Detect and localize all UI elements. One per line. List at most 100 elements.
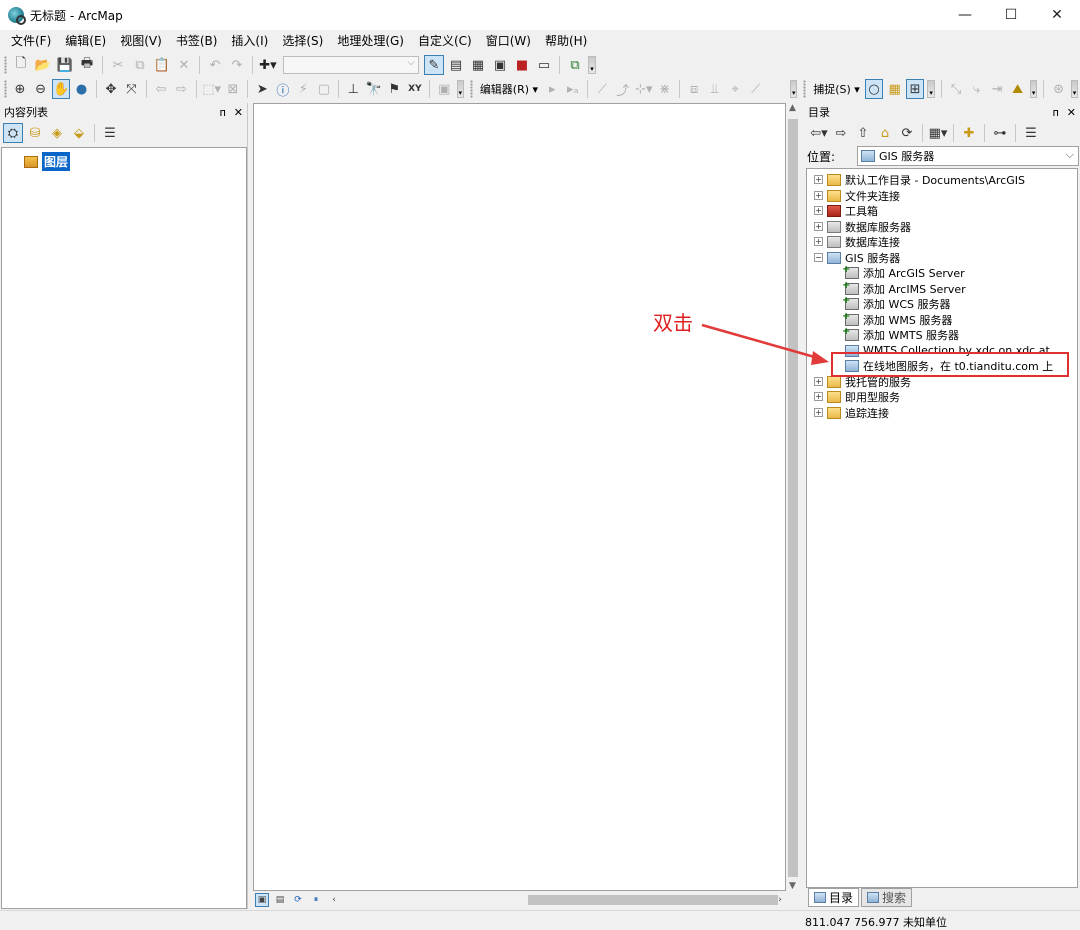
map-vertical-scrollbar[interactable]: ▲ ▼: [786, 103, 800, 891]
menu-help[interactable]: 帮助(H): [538, 30, 594, 52]
view-options-icon[interactable]: ▦▾: [928, 123, 948, 143]
full-extent-icon[interactable]: ●: [72, 79, 91, 99]
catalog-options-icon[interactable]: ☰: [1021, 123, 1041, 143]
print-icon[interactable]: 🖶: [77, 55, 97, 75]
edit-vertices-icon[interactable]: ⧈: [685, 79, 704, 99]
back-extent-icon[interactable]: ⇦: [152, 79, 171, 99]
georef-icon[interactable]: ⤡: [947, 79, 966, 99]
expand-icon[interactable]: +: [814, 408, 823, 417]
find-binoculars-icon[interactable]: 🔭: [365, 79, 384, 99]
home-icon[interactable]: ⌂: [875, 123, 895, 143]
connect-folder-icon[interactable]: ✚: [959, 123, 979, 143]
scroll-down-icon[interactable]: ▼: [789, 881, 796, 891]
close-icon[interactable]: ✕: [234, 106, 243, 119]
time-slider-icon[interactable]: ▣: [435, 79, 454, 99]
expand-icon[interactable]: +: [814, 392, 823, 401]
toolbar-overflow-icon[interactable]: ▾: [1070, 80, 1079, 98]
close-icon[interactable]: ✕: [1067, 106, 1076, 119]
toolbar-overflow-icon[interactable]: ▾: [789, 80, 798, 98]
fixed-zoom-out-icon[interactable]: ⤧: [122, 79, 141, 99]
arctoolbox-icon[interactable]: ■: [512, 55, 532, 75]
html-popup-icon[interactable]: ▢: [315, 79, 334, 99]
find-route-icon[interactable]: ⚑: [385, 79, 404, 99]
map-display[interactable]: [253, 103, 786, 891]
zoom-in-icon[interactable]: ⊕: [11, 79, 30, 99]
delete-icon[interactable]: ✕: [174, 55, 194, 75]
menu-geoprocessing[interactable]: 地理处理(G): [330, 30, 411, 52]
editor-toolbar-grip[interactable]: [470, 80, 473, 98]
menu-bookmarks[interactable]: 书签(B): [169, 30, 225, 52]
minimize-button[interactable]: —: [942, 0, 988, 30]
tree-item-gis-servers[interactable]: − GIS 服务器: [814, 250, 900, 265]
scroll-up-icon[interactable]: ▲: [789, 103, 796, 113]
modelbuilder-icon[interactable]: ⧉: [565, 55, 585, 75]
cut-icon[interactable]: ✂: [108, 55, 128, 75]
map-scale-combo[interactable]: [283, 56, 419, 74]
list-by-source-icon[interactable]: ⛁: [25, 123, 45, 143]
tree-item-add-arcgis-server[interactable]: 添加 ArcGIS Server: [842, 264, 965, 280]
edit-tool-icon[interactable]: ▸: [543, 79, 562, 99]
search-window-icon[interactable]: ▣: [490, 55, 510, 75]
tree-item-add-wcs-server[interactable]: 添加 WCS 服务器: [842, 295, 951, 311]
tree-item-default-home[interactable]: + 默认工作目录 - Documents\ArcGIS: [814, 172, 1025, 187]
add-data-icon[interactable]: ✚▾: [258, 55, 278, 75]
clear-selection-icon[interactable]: ⊠: [224, 79, 243, 99]
back-icon[interactable]: ⇦▾: [809, 123, 829, 143]
fixed-zoom-in-icon[interactable]: ✥: [102, 79, 121, 99]
point-snapping-icon[interactable]: ○: [864, 79, 884, 99]
scroll-right-icon[interactable]: ›: [773, 893, 787, 907]
menu-customize[interactable]: 自定义(C): [411, 30, 479, 52]
editor-menu-button[interactable]: 编辑器(R) ▾: [476, 81, 542, 97]
tree-item-add-arcims-server[interactable]: 添加 ArcIMS Server: [842, 280, 966, 296]
forward-icon[interactable]: ⇨: [831, 123, 851, 143]
hyperlink-icon[interactable]: ⚡: [294, 79, 313, 99]
snapping-menu-button[interactable]: 捕捉(S) ▾: [809, 81, 864, 97]
extend-icon[interactable]: ⇥: [988, 79, 1007, 99]
maximize-button[interactable]: ☐: [988, 0, 1034, 30]
measure-icon[interactable]: ⊥: [344, 79, 363, 99]
table-of-contents-icon[interactable]: ▤: [446, 55, 466, 75]
refresh-folder-icon[interactable]: ⟳: [897, 123, 917, 143]
new-document-icon[interactable]: 🗋: [11, 55, 31, 75]
end-snapping-icon[interactable]: ▦: [885, 79, 904, 99]
expand-icon[interactable]: +: [814, 206, 823, 215]
snapping-toolbar-grip[interactable]: [803, 80, 807, 98]
layers-data-frame[interactable]: 图层: [24, 152, 71, 171]
toolbar-overflow-icon[interactable]: ▾: [456, 80, 465, 98]
menu-insert[interactable]: 插入(I): [224, 30, 275, 52]
pin-icon[interactable]: ᴨ: [1053, 106, 1059, 119]
tree-item-folder-connections[interactable]: + 文件夹连接: [814, 188, 900, 203]
open-folder-icon[interactable]: 📂: [33, 55, 53, 75]
layout-view-icon[interactable]: ▤: [273, 893, 287, 907]
split-line-icon[interactable]: ⟋: [746, 79, 765, 99]
cut-polygons-icon[interactable]: ⌖: [726, 79, 745, 99]
toggle-content-icon[interactable]: ⊶: [990, 123, 1010, 143]
toolbar-overflow-icon[interactable]: ▾: [588, 56, 596, 74]
menu-edit[interactable]: 编辑(E): [58, 30, 113, 52]
expand-icon[interactable]: +: [814, 175, 823, 184]
select-features-icon[interactable]: ⬚▾: [202, 79, 222, 99]
tree-item-toolboxes[interactable]: + 工具箱: [814, 203, 878, 218]
menu-selection[interactable]: 选择(S): [275, 30, 330, 52]
tree-item-database-connections[interactable]: + 数据库连接: [814, 234, 900, 249]
split-tool-icon[interactable]: ⋇: [655, 79, 674, 99]
spatial-adjust-icon[interactable]: ⊛: [1049, 79, 1068, 99]
paste-icon[interactable]: 📋: [152, 55, 172, 75]
reshape-feature-icon[interactable]: ⫫: [705, 79, 724, 99]
copy-icon[interactable]: ⧉: [130, 55, 150, 75]
tree-item-database-servers[interactable]: + 数据库服务器: [814, 219, 911, 234]
expand-icon[interactable]: +: [814, 377, 823, 386]
scroll-thumb[interactable]: [788, 119, 798, 877]
python-window-icon[interactable]: ▭: [534, 55, 554, 75]
pin-icon[interactable]: ᴨ: [220, 106, 226, 119]
pan-hand-icon[interactable]: ✋: [51, 79, 71, 99]
toolbar-grip[interactable]: [4, 56, 7, 74]
menu-file[interactable]: 文件(F): [4, 30, 58, 52]
list-by-visibility-icon[interactable]: ◈: [47, 123, 67, 143]
list-by-selection-icon[interactable]: ⬙: [69, 123, 89, 143]
tree-item-ready-services[interactable]: + 即用型服务: [814, 389, 900, 404]
zoom-out-icon[interactable]: ⊖: [31, 79, 50, 99]
toolbar-overflow-icon[interactable]: ▾: [1029, 80, 1038, 98]
vertex-snapping-icon[interactable]: ⊞: [905, 79, 925, 99]
select-elements-arrow-icon[interactable]: ➤: [253, 79, 272, 99]
